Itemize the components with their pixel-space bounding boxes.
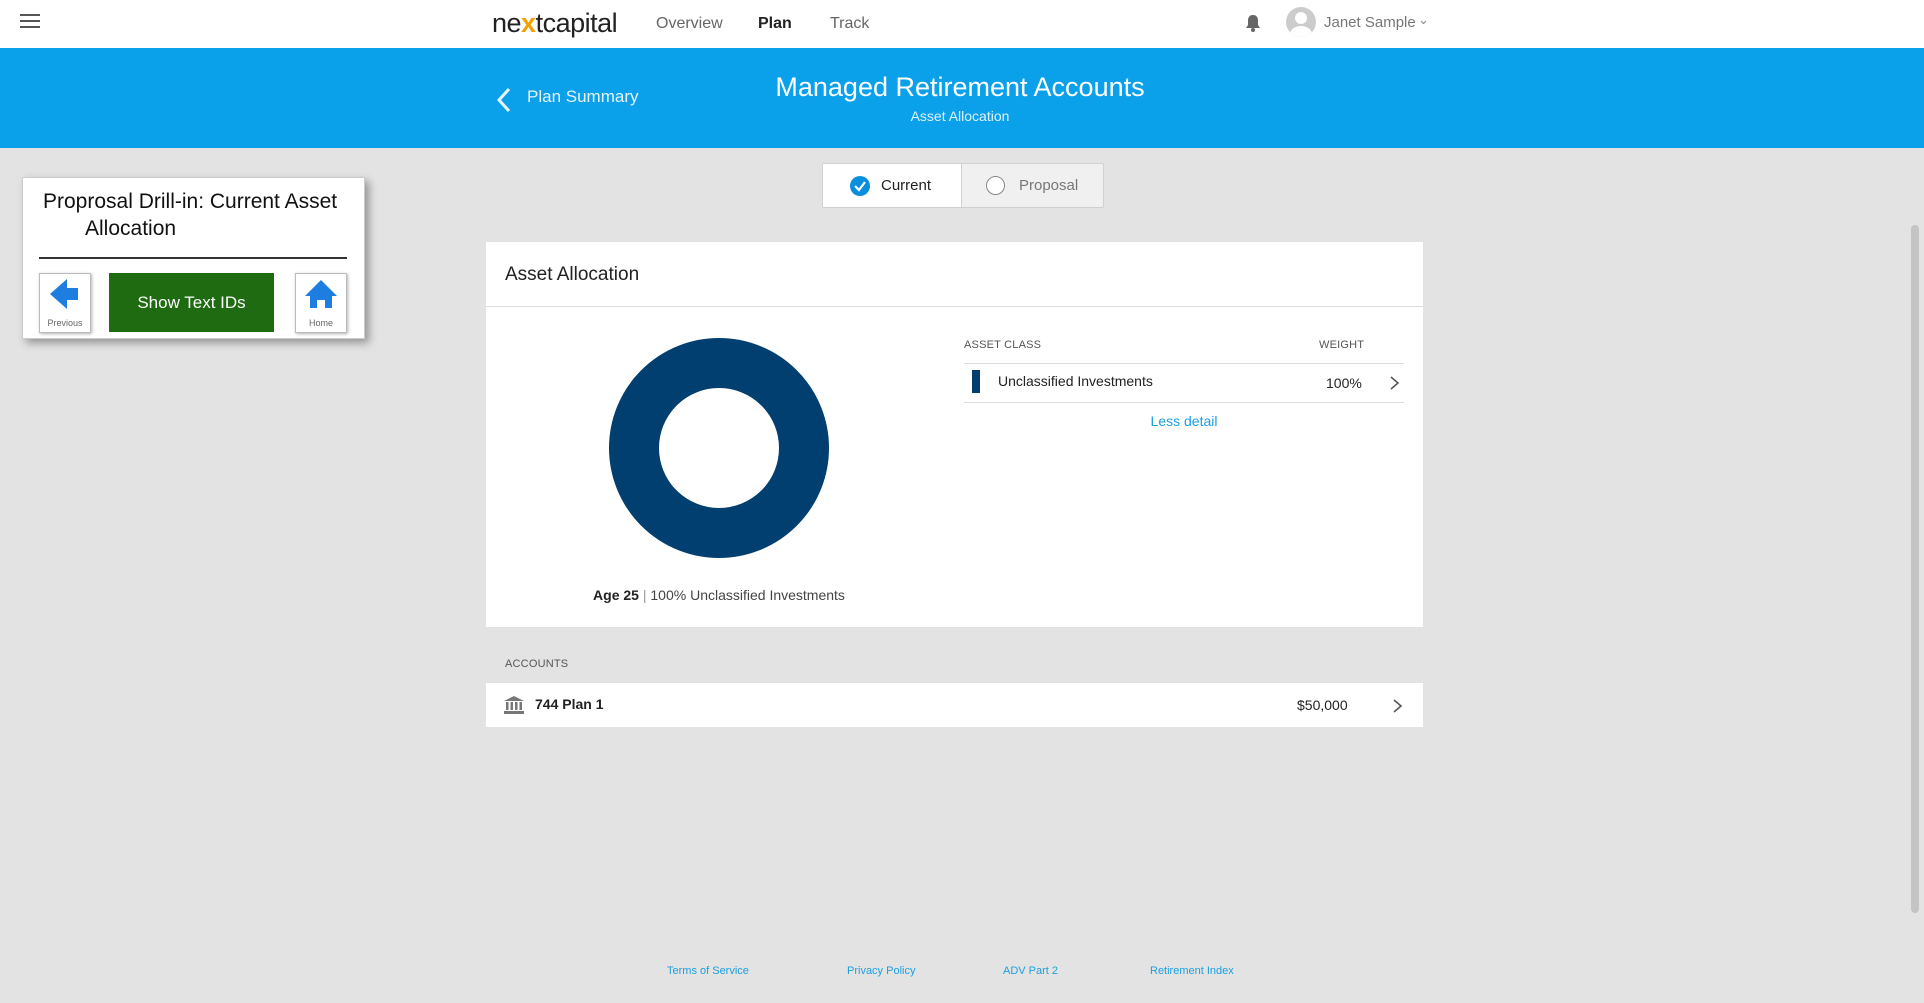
less-detail-link[interactable]: Less detail bbox=[964, 413, 1404, 429]
tab-current[interactable]: Current bbox=[823, 164, 962, 207]
column-header-asset-class: ASSET CLASS bbox=[964, 339, 1042, 351]
avatar[interactable] bbox=[1286, 7, 1316, 37]
page-subtitle: Asset Allocation bbox=[910, 108, 1010, 124]
caption-separator: | bbox=[642, 587, 647, 603]
arrow-left-icon bbox=[50, 279, 78, 309]
nextcapital-logo[interactable]: nextcapital bbox=[492, 8, 618, 39]
radio-circle-icon bbox=[986, 176, 1005, 195]
asset-class-swatch bbox=[972, 370, 980, 393]
donut-caption: Age 25 | 100% Unclassified Investments bbox=[486, 587, 952, 603]
drill-in-title: Proprosal Drill-in: Current Asset Alloca… bbox=[33, 188, 363, 242]
drill-in-title-line2: Allocation bbox=[85, 217, 177, 240]
back-to-plan-summary-link[interactable]: Plan Summary bbox=[527, 87, 638, 107]
tab-proposal-label: Proposal bbox=[1019, 177, 1079, 194]
show-text-ids-button[interactable]: Show Text IDs bbox=[109, 273, 274, 332]
caption-detail: 100% Unclassified Investments bbox=[650, 587, 845, 603]
asset-class-name[interactable]: Unclassified Investments bbox=[998, 373, 1153, 389]
table-rule bbox=[964, 402, 1404, 403]
hamburger-menu-icon[interactable] bbox=[20, 14, 40, 30]
scrollbar-thumb[interactable] bbox=[1911, 225, 1919, 913]
allocation-donut-chart bbox=[609, 338, 829, 558]
checkmark-icon bbox=[850, 176, 870, 196]
chevron-right-icon[interactable] bbox=[1388, 375, 1400, 391]
account-name: 744 Plan 1 bbox=[535, 696, 604, 712]
drill-in-title-line1: Proprosal Drill-in: Current Asset bbox=[43, 190, 338, 213]
back-chevron-icon[interactable] bbox=[495, 85, 515, 115]
account-value: $50,000 bbox=[1297, 697, 1348, 713]
footer-terms-of-service[interactable]: Terms of Service bbox=[667, 965, 749, 977]
drill-in-panel: Proprosal Drill-in: Current Asset Alloca… bbox=[22, 177, 365, 339]
previous-button[interactable]: Previous bbox=[39, 273, 91, 333]
bell-icon[interactable] bbox=[1244, 13, 1262, 33]
nav-overview[interactable]: Overview bbox=[656, 15, 723, 33]
account-row[interactable]: 744 Plan 1 $50,000 bbox=[486, 683, 1423, 727]
asset-class-weight: 100% bbox=[1326, 375, 1362, 391]
chevron-down-icon[interactable]: ⌄ bbox=[1418, 12, 1429, 28]
donut-slice-unclassified[interactable] bbox=[609, 338, 829, 558]
divider bbox=[39, 257, 347, 259]
footer-retirement-index[interactable]: Retirement Index bbox=[1150, 965, 1234, 977]
chevron-right-icon[interactable] bbox=[1391, 698, 1403, 714]
page-title: Managed Retirement Accounts bbox=[775, 72, 1145, 102]
card-title: Asset Allocation bbox=[505, 264, 640, 285]
previous-label: Previous bbox=[47, 318, 83, 328]
divider bbox=[486, 306, 1423, 307]
caption-age: Age 25 bbox=[593, 587, 639, 603]
page: nextcapital Overview Plan Track Janet Sa… bbox=[0, 0, 1924, 1003]
column-header-weight: WEIGHT bbox=[1319, 339, 1365, 351]
nav-track[interactable]: Track bbox=[830, 15, 869, 33]
home-label: Home bbox=[308, 318, 333, 328]
tab-proposal[interactable]: Proposal bbox=[962, 164, 1103, 207]
footer-privacy-policy[interactable]: Privacy Policy bbox=[847, 965, 915, 977]
nav-plan[interactable]: Plan bbox=[758, 15, 792, 33]
tab-current-label: Current bbox=[881, 177, 932, 194]
user-name[interactable]: Janet Sample bbox=[1324, 14, 1416, 31]
footer-adv-part-2[interactable]: ADV Part 2 bbox=[1003, 965, 1058, 977]
home-button[interactable]: Home bbox=[295, 273, 347, 333]
asset-allocation-card: Asset Allocation Age 25 | 100% Unclassif… bbox=[486, 242, 1423, 627]
top-nav: nextcapital Overview Plan Track Janet Sa… bbox=[0, 0, 1924, 48]
accounts-heading: ACCOUNTS bbox=[505, 658, 569, 670]
home-icon bbox=[305, 280, 337, 308]
bank-icon bbox=[504, 696, 524, 714]
allocation-toggle: Current Proposal bbox=[822, 163, 1104, 208]
table-rule bbox=[964, 363, 1404, 364]
